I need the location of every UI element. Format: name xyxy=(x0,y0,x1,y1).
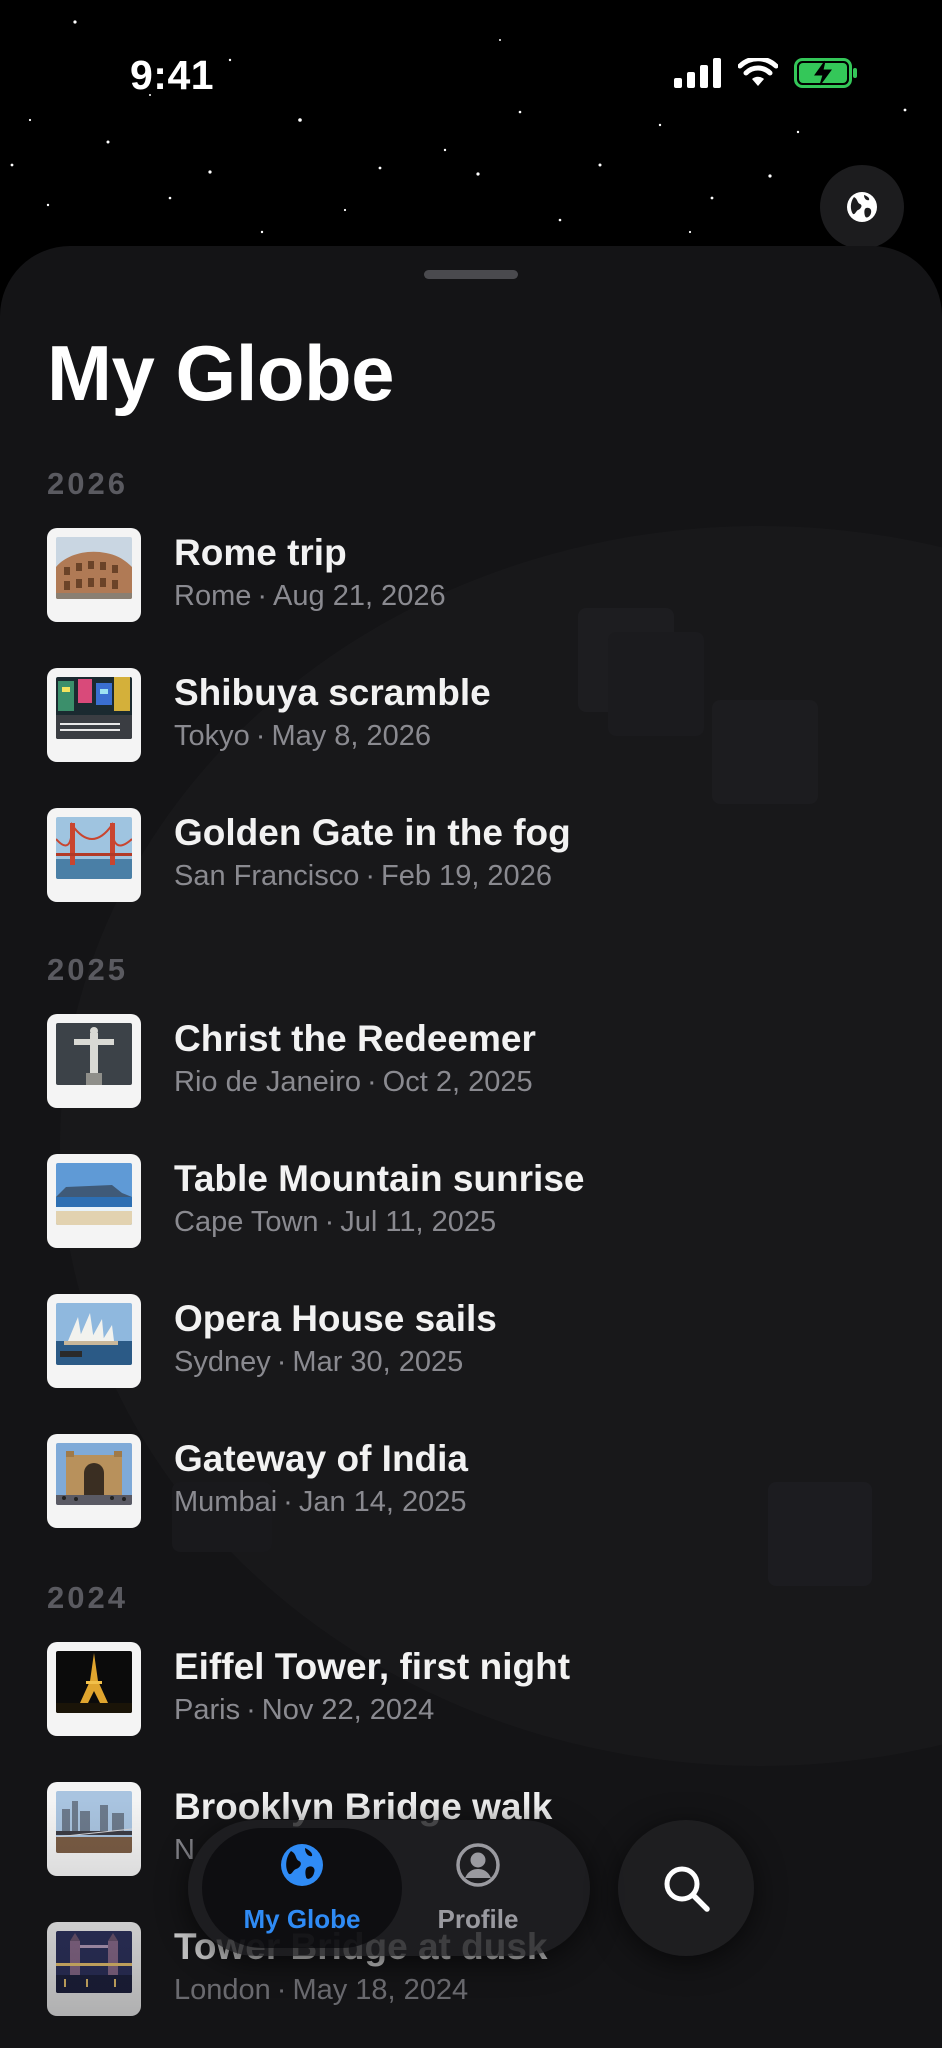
year-header: 2026 xyxy=(47,466,128,501)
memory-title: Golden Gate in the fog xyxy=(174,812,571,853)
memory-title: Opera House sails xyxy=(174,1298,497,1339)
person-circle-icon xyxy=(456,1843,500,1887)
thumbnail xyxy=(47,1434,141,1528)
faint-globe-background xyxy=(60,526,942,1766)
globe-sheet: My Globe 2026 Rome trip Rome · Aug 21, 202… xyxy=(0,246,942,2048)
memory-title: Gateway of India xyxy=(174,1438,469,1479)
memory-date: May 8, 2026 xyxy=(271,720,432,752)
thumbnail xyxy=(47,1782,141,1876)
memory-subtitle: London · May 18, 2024 xyxy=(174,1974,468,2007)
year-header: 2024 xyxy=(47,1580,128,1615)
memory-place: San Francisco xyxy=(174,860,360,892)
search-icon xyxy=(664,1866,710,1912)
tab-profile[interactable]: Profile xyxy=(378,1828,578,1948)
memory-subtitle: Cape Town · Jul 11, 2025 xyxy=(174,1206,496,1239)
memory-place: Mumbai xyxy=(174,1486,278,1518)
memory-title: Christ the Redeemer xyxy=(174,1018,536,1059)
memory-row[interactable]: Christ the Redeemer Rio de Janeiro · Oct 2… xyxy=(47,1014,907,1110)
status-bar: 9:41 xyxy=(0,0,942,150)
tower-bridge-photo xyxy=(56,1931,132,1993)
memory-row[interactable]: Golden Gate in the fog San Francisco · Feb… xyxy=(47,808,907,904)
tab-label: My Globe xyxy=(243,1904,361,1934)
memory-date: Jul 11, 2025 xyxy=(340,1206,497,1238)
memory-date: Aug 21, 2026 xyxy=(273,580,446,612)
thumbnail xyxy=(47,1922,141,2016)
memory-subtitle: Rome · Aug 21, 2026 xyxy=(174,580,446,613)
year-header: 2025 xyxy=(47,952,128,987)
separator-dot: · xyxy=(365,860,376,892)
memory-place: Cape Town xyxy=(174,1206,319,1238)
thumbnail xyxy=(47,1642,141,1736)
separator-dot: · xyxy=(276,1346,287,1378)
memory-row[interactable]: Table Mountain sunrise Cape Town · Jul 11,… xyxy=(47,1154,907,1250)
thumbnail xyxy=(47,1014,141,1108)
memory-place: Rio de Janeiro xyxy=(174,1066,361,1098)
colosseum-photo xyxy=(56,537,132,599)
globe-view-button[interactable] xyxy=(820,165,904,249)
memory-row[interactable]: Gateway of India Mumbai · Jan 14, 2025 xyxy=(47,1434,907,1530)
tab-my-globe[interactable]: My Globe xyxy=(202,1828,402,1948)
page-title: My Globe xyxy=(47,329,395,417)
memory-subtitle: Mumbai · Jan 14, 2025 xyxy=(174,1486,467,1519)
tab-bar: My Globe Profile xyxy=(188,1820,590,1956)
thumbnail xyxy=(47,668,141,762)
wifi-icon xyxy=(738,58,778,86)
memory-date: Oct 2, 2025 xyxy=(382,1066,533,1098)
thumbnail xyxy=(47,808,141,902)
separator-dot: · xyxy=(324,1206,335,1238)
battery-charging-icon xyxy=(794,58,857,88)
memory-date: Feb 19, 2026 xyxy=(381,860,552,892)
shibuya-photo xyxy=(56,677,132,739)
table-mountain-photo xyxy=(56,1163,132,1225)
memory-title: Table Mountain sunrise xyxy=(174,1158,585,1199)
memory-date: Nov 22, 2024 xyxy=(261,1694,435,1726)
memory-place: Rome xyxy=(174,580,252,612)
opera-house-photo xyxy=(56,1303,132,1365)
globe-icon xyxy=(847,192,877,222)
memory-place: Tokyo xyxy=(174,720,250,752)
separator-dot: · xyxy=(276,1974,287,2006)
gateway-india-photo xyxy=(56,1443,132,1505)
cellular-signal-icon xyxy=(674,58,721,88)
golden-gate-photo xyxy=(56,817,132,879)
brooklyn-bridge-photo xyxy=(56,1791,132,1853)
memory-title: Eiffel Tower, first night xyxy=(174,1646,571,1687)
search-button[interactable] xyxy=(618,1820,754,1956)
memory-place: London xyxy=(174,1974,271,2006)
memory-subtitle: Sydney · Mar 30, 2025 xyxy=(174,1346,463,1379)
memory-row[interactable]: Opera House sails Sydney · Mar 30, 2025 xyxy=(47,1294,907,1390)
memory-row[interactable]: Shibuya scramble Tokyo · May 8, 2026 xyxy=(47,668,907,764)
thumbnail xyxy=(47,528,141,622)
separator-dot: · xyxy=(246,1694,256,1726)
tab-label: Profile xyxy=(437,1904,519,1934)
memory-place: Paris xyxy=(174,1694,241,1726)
separator-dot: · xyxy=(367,1066,377,1098)
memory-place: Sydney xyxy=(174,1346,271,1378)
christ-redeemer-photo xyxy=(56,1023,132,1085)
status-icons xyxy=(674,58,858,88)
memory-title: Shibuya scramble xyxy=(174,672,491,713)
thumbnail xyxy=(47,1294,141,1388)
memory-date: Mar 30, 2025 xyxy=(292,1346,464,1378)
memory-subtitle: Rio de Janeiro · Oct 2, 2025 xyxy=(174,1066,533,1099)
memory-date: May 18, 2024 xyxy=(292,1974,469,2006)
memory-row[interactable]: Eiffel Tower, first night Paris · Nov 22, … xyxy=(47,1642,907,1738)
thumbnail xyxy=(47,1154,141,1248)
globe-icon xyxy=(281,1844,323,1886)
eiffel-tower-photo xyxy=(56,1651,132,1713)
memory-place: N xyxy=(174,1834,195,1866)
memory-subtitle: Tokyo · May 8, 2026 xyxy=(174,720,431,753)
separator-dot: · xyxy=(283,1486,293,1518)
memory-date: Jan 14, 2025 xyxy=(298,1486,467,1518)
memory-row[interactable]: Rome trip Rome · Aug 21, 2026 xyxy=(47,528,907,624)
status-time: 9:41 xyxy=(130,52,215,98)
memory-subtitle: Paris · Nov 22, 2024 xyxy=(174,1694,434,1727)
memory-title: Rome trip xyxy=(174,532,347,573)
separator-dot: · xyxy=(255,720,266,752)
memory-subtitle: San Francisco · Feb 19, 2026 xyxy=(174,860,552,893)
sheet-grabber[interactable] xyxy=(424,270,518,279)
separator-dot: · xyxy=(257,580,268,612)
